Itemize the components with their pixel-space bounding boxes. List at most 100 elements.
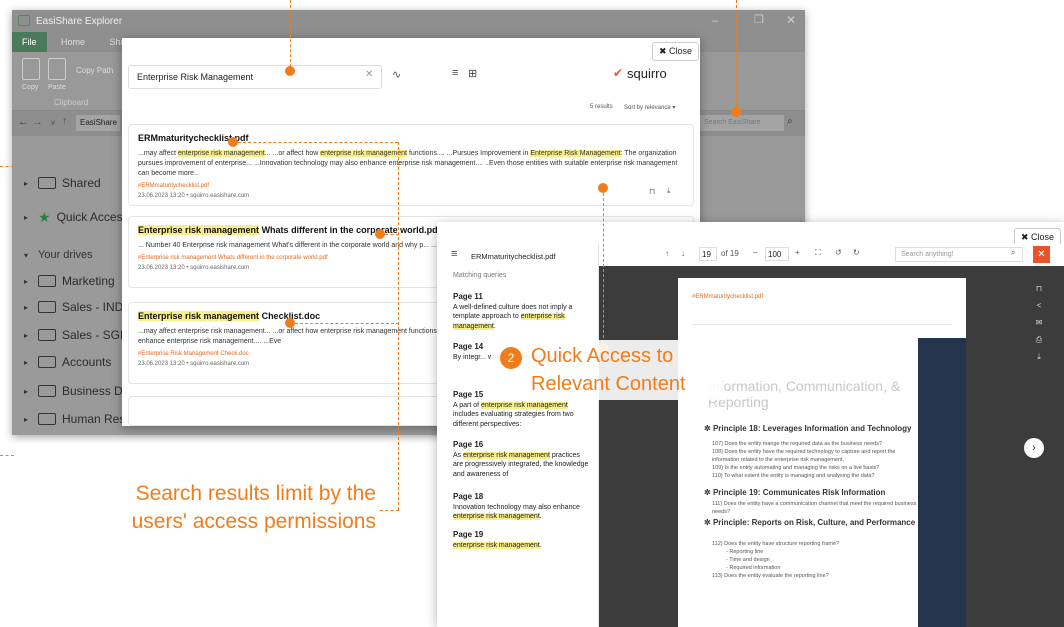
drive-icon bbox=[38, 329, 56, 341]
copy-label: Copy bbox=[22, 84, 39, 91]
result-card[interactable]: ERMmaturitychecklist.pdf ...may affect e… bbox=[128, 124, 694, 206]
download-icon[interactable]: ⤓ bbox=[1034, 348, 1044, 365]
match-item[interactable]: Page 18 Innovation technology may also en… bbox=[453, 492, 589, 522]
trend-icon[interactable]: ∿ bbox=[392, 68, 401, 81]
drives-heading[interactable]: ▾ Your drives bbox=[24, 246, 93, 264]
download-icon[interactable]: ⤓ bbox=[667, 186, 671, 196]
viewer-search-input[interactable]: Search anything! bbox=[895, 247, 1023, 262]
match-item[interactable]: Page 19 enterprise risk management. bbox=[453, 530, 589, 550]
share-icon[interactable]: < bbox=[1034, 297, 1044, 314]
chevron-right-icon: ▸ bbox=[24, 178, 29, 188]
snippet-highlight: Enterprise Risk Management bbox=[530, 150, 621, 157]
drive-icon bbox=[38, 413, 56, 425]
viewer-filename: ERMmaturitychecklist.pdf bbox=[471, 252, 556, 261]
step-badge: 2 bbox=[500, 347, 522, 369]
match-highlight: enterprise risk management bbox=[463, 451, 550, 459]
back-icon[interactable]: ← bbox=[18, 116, 29, 128]
callout-line bbox=[238, 142, 398, 143]
rotate-right-icon[interactable]: ↻ bbox=[853, 248, 860, 257]
match-highlight: enterprise risk management bbox=[453, 513, 540, 520]
search-close-button[interactable]: ✖ Close bbox=[652, 42, 700, 61]
app-icon bbox=[18, 15, 30, 26]
stage: EasiShare Explorer – ❐ ✕ File Home Share… bbox=[0, 0, 1064, 627]
chevron-right-icon: ▸ bbox=[24, 212, 29, 222]
next-page-button[interactable]: › bbox=[1024, 438, 1044, 458]
search-query-input[interactable]: Enterprise Risk Management bbox=[128, 65, 382, 89]
principle-text: Principle 18: Leverages Information and … bbox=[712, 424, 912, 433]
menu-icon[interactable]: ≡ bbox=[451, 248, 457, 260]
rotate-left-icon[interactable]: ↺ bbox=[835, 248, 842, 257]
zoom-out-icon[interactable]: – bbox=[753, 248, 757, 257]
paste-icon[interactable] bbox=[48, 58, 66, 80]
minimize-icon[interactable]: – bbox=[712, 13, 719, 27]
snippet-text: ...may affect bbox=[138, 150, 178, 157]
sidebar-item-human-resources[interactable]: ▸ Human Reso bbox=[24, 410, 132, 428]
sort-dropdown[interactable]: Sort by relevance ▾ bbox=[624, 104, 675, 111]
pdf-page: #ERMmaturitychecklist.pdf Information, C… bbox=[678, 278, 966, 627]
search-icon[interactable]: ⌕ bbox=[1011, 248, 1015, 258]
match-text: As bbox=[453, 451, 464, 459]
callout-line bbox=[398, 142, 399, 510]
match-item[interactable]: Page 16 As enterprise risk management pra… bbox=[453, 440, 589, 479]
sidebar-item-business-dev[interactable]: ▸ Business Dev bbox=[24, 382, 135, 400]
bookmark-icon[interactable]: ⊓ bbox=[649, 187, 655, 196]
viewer-close-icon[interactable]: ✕ bbox=[1033, 246, 1050, 263]
sidebar-item-sales-sgp[interactable]: ▸ Sales - SGP bbox=[24, 326, 128, 344]
clipboard-label: Clipboard bbox=[54, 98, 89, 107]
question: 107) Does the entity mange the required … bbox=[712, 441, 883, 447]
question: 111) Does the entity have a communicatio… bbox=[712, 501, 917, 515]
page-number-input[interactable]: 19 bbox=[699, 247, 717, 261]
callout-line bbox=[380, 510, 399, 511]
prev-match-icon[interactable]: ↑ bbox=[665, 249, 669, 258]
result-title[interactable]: ERMmaturitychecklist.pdf bbox=[138, 133, 684, 143]
sidebar-item-marketing[interactable]: ▸ Marketing bbox=[24, 272, 115, 290]
explorer-titlebar: EasiShare Explorer – ❐ ✕ bbox=[12, 10, 805, 32]
copy-path-button[interactable]: Copy Path bbox=[76, 66, 113, 75]
page-side-band bbox=[918, 338, 966, 627]
menu-file[interactable]: File bbox=[12, 32, 47, 52]
menu-home[interactable]: Home bbox=[51, 32, 95, 52]
maximize-icon[interactable]: ❐ bbox=[754, 13, 764, 26]
page-total: of 19 bbox=[721, 249, 739, 258]
chevron-right-icon: ▸ bbox=[24, 386, 29, 396]
mail-icon[interactable]: ✉ bbox=[1034, 314, 1044, 331]
callout-dot bbox=[598, 183, 608, 193]
list-view-icon[interactable]: ≡ bbox=[452, 67, 458, 79]
copy-icon[interactable] bbox=[22, 58, 40, 80]
sidebar-item-accounts[interactable]: ▸ Accounts bbox=[24, 353, 111, 371]
up-icon[interactable]: ↑ bbox=[62, 115, 68, 127]
zoom-in-icon[interactable]: + bbox=[795, 248, 800, 257]
sidebar-item-sales-ind[interactable]: ▸ Sales - IND bbox=[24, 298, 123, 316]
title-highlight: Enterprise risk management bbox=[138, 311, 260, 321]
sidebar-item-label: Sales - IND bbox=[62, 300, 124, 314]
star-icon: ★ bbox=[38, 208, 51, 225]
bookmark-icon[interactable]: ⊓ bbox=[1034, 280, 1044, 297]
chevron-right-icon: ▸ bbox=[24, 357, 29, 367]
callout-line bbox=[295, 323, 399, 324]
close-icon[interactable]: ✕ bbox=[786, 13, 796, 27]
sidebar-item-shared[interactable]: ▸ Shared bbox=[24, 174, 101, 192]
callout-dot bbox=[731, 107, 741, 117]
sidebar-item-label: Sales - SGP bbox=[62, 328, 129, 342]
sort-label: Sort by relevance bbox=[624, 105, 671, 111]
match-item[interactable]: Page 11 A well-defined culture does not i… bbox=[453, 292, 589, 331]
callout-line bbox=[0, 166, 14, 167]
forward-icon[interactable]: → bbox=[32, 116, 43, 128]
grid-view-icon[interactable]: ⊞ bbox=[468, 67, 477, 80]
clear-icon[interactable]: ✕ bbox=[365, 69, 373, 80]
fit-page-icon[interactable]: ⛶ bbox=[815, 248, 821, 258]
chevron-down-icon[interactable]: ∨ bbox=[50, 118, 56, 127]
sidebar-item-quick-access[interactable]: ▸ ★ Quick Access bbox=[24, 208, 129, 226]
title-text: Whats different in the corporate world.p… bbox=[259, 225, 441, 235]
zoom-input[interactable]: 100 bbox=[765, 247, 789, 261]
squirro-logo-icon: ✔ bbox=[613, 66, 624, 80]
paste-label: Paste bbox=[48, 84, 66, 91]
search-icon[interactable]: ⌕ bbox=[787, 116, 793, 127]
print-icon[interactable]: ⎙ bbox=[1034, 331, 1044, 348]
next-match-icon[interactable]: ↓ bbox=[681, 249, 685, 258]
explorer-search-input[interactable]: Search EasiShare bbox=[700, 115, 784, 131]
page-canvas: #ERMmaturitychecklist.pdf Information, C… bbox=[599, 266, 1064, 627]
sidebar-item-label: Quick Access bbox=[56, 210, 129, 224]
address-path[interactable]: EasiShare bbox=[76, 115, 120, 131]
match-text: . bbox=[539, 513, 542, 520]
